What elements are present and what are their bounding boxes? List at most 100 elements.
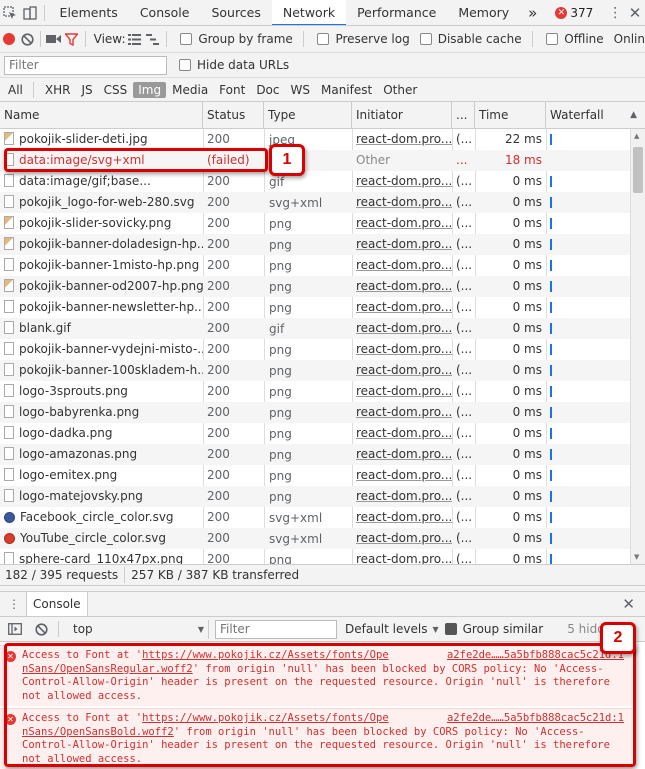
log-levels-select[interactable]: Default levels ▼ [345,622,439,636]
execution-context-select[interactable]: top ▼ [69,619,209,639]
console-sidebar-icon[interactable] [2,617,28,641]
scrollbar-thumb[interactable] [633,147,643,193]
type-filter-ws[interactable]: WS [286,82,315,98]
table-scrollbar[interactable]: ▲ ▼ [630,129,645,564]
type-filter-media[interactable]: Media [167,82,213,98]
clear-icon[interactable] [18,26,36,52]
cell-initiator[interactable]: react-dom.pro... [352,192,452,213]
disable-cache-checkbox[interactable]: Disable cache [419,32,522,46]
cell-initiator[interactable]: react-dom.pro... [352,255,452,276]
cell-initiator[interactable]: react-dom.pro... [352,360,452,381]
type-filter-doc[interactable]: Doc [251,82,284,98]
filter-input[interactable] [4,55,167,75]
table-row[interactable]: logo-amazonas.png 200 png react-dom.pro... (… [0,444,630,465]
tab-sources[interactable]: Sources [200,0,271,25]
cell-initiator[interactable]: react-dom.pro... [352,381,452,402]
type-filter-css[interactable]: CSS [99,82,133,98]
overview-waterfall-icon[interactable] [144,26,162,52]
table-row[interactable]: blank.gif 200 gif react-dom.pro... (... 0 ms [0,318,630,339]
type-filter-img[interactable]: Img [133,81,167,98]
hide-data-urls-checkbox[interactable]: Hide data URLs [179,58,289,72]
table-row[interactable]: logo-3sprouts.png 200 png react-dom.pro... (… [0,381,630,402]
tab-elements[interactable]: Elements [49,0,129,25]
table-row[interactable]: pokojik-slider-deti.jpg 200 jpeg react-dom.… [0,129,630,150]
cell-initiator[interactable]: react-dom.pro... [352,486,452,507]
col-name-header[interactable]: Name [0,102,203,129]
table-row[interactable]: sphere-card_110x47px.png 200 png react-dom.… [0,549,630,564]
cell-initiator[interactable]: react-dom.pro... [352,549,452,564]
cell-initiator[interactable]: react-dom.pro... [352,465,452,486]
table-row[interactable]: pokojik-banner-1misto-hp.png 200 png react-… [0,255,630,276]
cell-name: pokojik-banner-od2007-hp.png [0,276,203,297]
table-row[interactable]: pokojik_logo-for-web-280.svg 200 svg+xml re… [0,192,630,213]
cell-initiator[interactable]: react-dom.pro... [352,402,452,423]
table-row[interactable]: pokojik-banner-newsletter-hp.... 200 png re… [0,297,630,318]
preserve-log-checkbox[interactable]: Preserve log [317,32,410,46]
cell-initiator[interactable]: react-dom.pro... [352,528,452,549]
cell-size: (... [456,300,473,314]
cell-initiator[interactable]: react-dom.pro... [352,234,452,255]
table-row[interactable]: pokojik-slider-sovicky.png 200 png react-do… [0,213,630,234]
type-filter-all[interactable]: All [3,82,28,98]
kebab-menu-icon[interactable]: ⋮ [605,0,625,25]
tab-console[interactable]: Console [26,592,88,616]
table-row[interactable]: pokojik-banner-od2007-hp.png 200 png react-… [0,276,630,297]
close-drawer-icon[interactable]: ✕ [622,595,635,613]
col-status-header[interactable]: Status [203,102,264,129]
console-filter-input[interactable] [215,619,337,639]
table-row[interactable]: data:image/gif;base... 200 gif react-dom.pr… [0,171,630,192]
type-filter-other[interactable]: Other [378,82,422,98]
col-time-header[interactable]: Time [475,102,546,129]
callout-highlight-console-errors [4,643,636,767]
group-by-frame-checkbox[interactable]: Group by frame [180,32,293,46]
cell-initiator[interactable]: react-dom.pro... [352,213,452,234]
device-toolbar-icon[interactable] [20,0,40,25]
col-size-header[interactable]: ... [452,102,475,129]
table-row[interactable]: logo-babyrenka.png 200 png react-dom.pro...… [0,402,630,423]
cell-initiator[interactable]: react-dom.pro... [352,297,452,318]
group-similar-checkbox[interactable]: Group similar [444,622,543,636]
throttling-select[interactable]: Onlin [614,32,645,46]
col-initiator-header[interactable]: Initiator [352,102,452,129]
cell-initiator[interactable]: react-dom.pro... [352,171,452,192]
cell-initiator[interactable]: react-dom.pro... [352,507,452,528]
table-row[interactable]: logo-emitex.png 200 png react-dom.pro... (..… [0,465,630,486]
scroll-up-arrow-icon[interactable]: ▲ [634,132,639,140]
large-rows-icon[interactable] [126,26,144,52]
cell-initiator[interactable]: react-dom.pro... [352,423,452,444]
tab-console[interactable]: Console [129,0,201,25]
col-type-header[interactable]: Type [264,102,352,129]
type-filter-font[interactable]: Font [214,82,250,98]
cell-name: logo-babyrenka.png [0,402,203,423]
tab-network[interactable]: Network [271,0,347,25]
type-filter-xhr[interactable]: XHR [40,82,76,98]
more-tabs-button[interactable]: » [520,0,545,25]
offline-checkbox[interactable]: Offline [546,32,604,46]
type-filter-js[interactable]: JS [76,82,97,98]
table-row[interactable]: pokojik-banner-100skladem-h... 200 png reac… [0,360,630,381]
cell-initiator[interactable]: react-dom.pro... [352,339,452,360]
table-row[interactable]: YouTube_circle_color.svg 200 svg+xml react-… [0,528,630,549]
table-row[interactable]: Facebook_circle_color.svg 200 svg+xml react… [0,507,630,528]
cell-initiator[interactable]: react-dom.pro... [352,318,452,339]
type-filter-manifest[interactable]: Manifest [316,82,377,98]
table-row[interactable]: pokojik-banner-doladesign-hp.... 200 png re… [0,234,630,255]
col-waterfall-header[interactable]: Waterfall ▲ [546,102,645,129]
cell-initiator[interactable]: react-dom.pro... [352,129,452,150]
filter-funnel-icon[interactable] [63,26,81,52]
tab-memory[interactable]: Memory [447,0,520,25]
screenshot-video-icon[interactable] [45,26,63,52]
tab-performance[interactable]: Performance [346,0,447,25]
cell-initiator[interactable]: react-dom.pro... [352,444,452,465]
record-icon[interactable] [0,26,18,52]
inspect-element-icon[interactable] [0,0,20,25]
table-row[interactable]: logo-dadka.png 200 png react-dom.pro... (...… [0,423,630,444]
cell-initiator[interactable]: react-dom.pro... [352,276,452,297]
drawer-menu-icon[interactable]: ⋮ [8,597,20,611]
scroll-down-arrow-icon[interactable]: ▼ [634,553,639,561]
close-devtools-icon[interactable]: ✕ [625,0,645,25]
table-row[interactable]: pokojik-banner-vydejni-misto-... 200 png re… [0,339,630,360]
error-count-badge[interactable]: ✕ 377 [555,6,593,20]
clear-console-icon[interactable] [28,617,54,641]
table-row[interactable]: logo-matejovsky.png 200 png react-dom.pro..… [0,486,630,507]
